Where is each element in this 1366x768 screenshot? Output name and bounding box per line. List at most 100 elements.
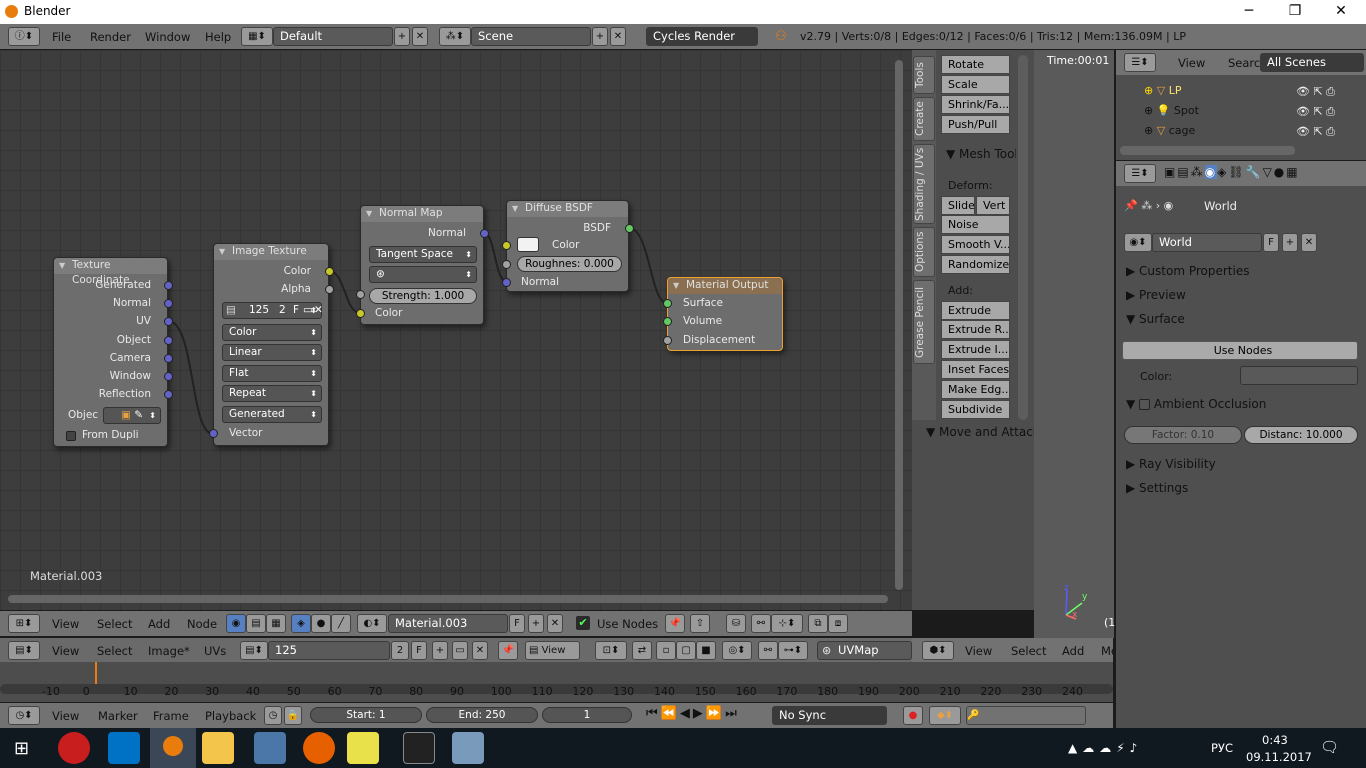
paste-nodes-icon[interactable]: ⧈ (828, 614, 848, 633)
menu-view[interactable]: View (52, 709, 79, 723)
menu-frame[interactable]: Frame (153, 709, 189, 723)
ray-visibility-panel[interactable]: ▶ Ray Visibility (1126, 457, 1216, 471)
unlink-icon[interactable]: ✕ (314, 303, 323, 318)
sync-selection-icon[interactable]: ⇄ (632, 641, 652, 660)
menu-file[interactable]: File (52, 30, 71, 44)
snap-icon[interactable]: ⚯ (758, 641, 778, 660)
compositing-nodes-icon[interactable]: ▤ (246, 614, 266, 633)
socket-generated[interactable] (164, 281, 173, 290)
distance-slider[interactable]: Distanc: 10.000 (1244, 426, 1358, 444)
from-dupli-checkbox[interactable] (66, 431, 76, 441)
space-select[interactable]: Tangent Space (369, 246, 477, 263)
noise-button[interactable]: Noise (941, 215, 1010, 234)
world-remove-icon[interactable]: ✕ (1301, 233, 1317, 252)
menu-render[interactable]: Render (90, 30, 131, 44)
layout-field[interactable]: Default (273, 27, 393, 46)
socket-roughness[interactable] (502, 260, 511, 269)
material-fake-user[interactable]: F (509, 614, 525, 633)
menu-help[interactable]: Help (205, 30, 231, 44)
menu-uvs[interactable]: UVs (204, 644, 226, 658)
image-texture-node[interactable]: Image Texture Color Alpha ▤ 125 2 F ▭ ✕ … (209, 243, 334, 446)
eyedropper-icon[interactable]: ✎ (134, 409, 143, 421)
pin-icon[interactable]: 📌 (665, 614, 685, 633)
projection-select[interactable]: Flat (222, 365, 322, 382)
factor-slider[interactable]: Factor: 0.10 (1124, 426, 1242, 444)
pivot-icon[interactable]: ⊡⬍ (595, 641, 627, 660)
editor-type-info-icon[interactable]: ⓘ⬍ (8, 27, 40, 46)
scene-field[interactable]: Scene (471, 27, 591, 46)
tray-icons[interactable]: ▲☁☁⚡♪ (1068, 741, 1142, 755)
snap-mode-icon[interactable]: ⊹⬍ (771, 614, 803, 633)
input-language[interactable]: РУС (1211, 741, 1233, 755)
scene-icon[interactable]: ⁂⬍ (439, 27, 471, 46)
linestyle-shader-icon[interactable]: ╱ (331, 614, 351, 633)
material-output-node[interactable]: Material Output Surface Volume Displacem… (663, 277, 783, 351)
ao-checkbox[interactable] (1139, 399, 1151, 410)
push-pull-button[interactable]: Push/Pull (941, 115, 1010, 134)
vk-icon[interactable] (254, 732, 286, 764)
subdivide-button[interactable]: Subdivide (941, 400, 1010, 419)
image-fake[interactable]: F (293, 303, 299, 318)
properties-context-tabs[interactable]: ▣▤⁂◉◈⛓🔧▽●▦ (1164, 165, 1300, 179)
edge-select-icon[interactable]: ▢ (676, 641, 696, 660)
image-fake-user[interactable]: F (411, 641, 427, 660)
tab-create[interactable]: Create (913, 97, 935, 141)
3d-viewport[interactable]: Time:00:01 z y x (1 (1034, 50, 1115, 638)
socket-color-in[interactable] (356, 309, 365, 318)
go-parent-icon[interactable]: ⇧ (690, 614, 710, 633)
socket-color[interactable] (325, 267, 334, 276)
socket-volume[interactable] (663, 317, 672, 326)
copy-nodes-icon[interactable]: ⧉ (808, 614, 828, 633)
socket-displacement[interactable] (663, 336, 672, 345)
menu-view[interactable]: View (52, 644, 79, 658)
menu-image[interactable]: Image* (148, 644, 190, 658)
tab-shading-uvs[interactable]: Shading / UVs (913, 144, 935, 224)
use-nodes-checkbox[interactable]: ✔ (576, 616, 590, 630)
menu-playback[interactable]: Playback (205, 709, 256, 723)
maximize-button[interactable]: ❐ (1272, 0, 1318, 24)
toolshelf-scrollbar[interactable] (1018, 55, 1028, 420)
world-name-field[interactable]: World (1152, 233, 1262, 252)
world-shader-icon[interactable]: ● (311, 614, 331, 633)
image-pin-icon[interactable]: 📌 (498, 641, 518, 660)
snap-toggle-icon[interactable]: ⚯ (751, 614, 771, 633)
diffuse-bsdf-node[interactable]: Diffuse BSDF BSDF Color Roughnes: 0.000 … (502, 200, 634, 292)
layout-remove-icon[interactable]: ✕ (412, 27, 428, 46)
smooth-vertex-button[interactable]: Smooth V... (941, 235, 1010, 254)
socket-normal-out[interactable] (480, 229, 489, 238)
ambient-occlusion-panel[interactable]: ▼ Ambient Occlusion (1126, 397, 1266, 411)
sync-mode-select[interactable]: No Sync (772, 706, 887, 725)
rotate-button[interactable]: Rotate (941, 55, 1010, 74)
strength-slider[interactable]: Strength: 1.000 (369, 288, 477, 304)
interpolation-select[interactable]: Linear (222, 344, 322, 361)
playback-controls[interactable]: ⏮⏪◀▶⏩⏭ (646, 706, 740, 721)
preview-panel[interactable]: ▶ Preview (1126, 288, 1186, 302)
socket-window[interactable] (164, 372, 173, 381)
socket-reflection[interactable] (164, 390, 173, 399)
snap-target-icon[interactable]: ⊶⬍ (778, 641, 808, 660)
render-engine-select[interactable]: Cycles Render (646, 27, 758, 46)
image-name-field[interactable]: 125 (268, 641, 390, 660)
material-remove-icon[interactable]: ✕ (547, 614, 563, 633)
end-frame-field[interactable]: End: 250 (426, 707, 538, 723)
menu-add[interactable]: Add (1062, 644, 1084, 658)
image-datablock[interactable]: ▤ 125 2 F ▭ ✕ (222, 302, 323, 319)
vertical-scrollbar[interactable] (895, 60, 903, 590)
visibility-icons[interactable]: 👁 ⇱ ⎙ (1296, 85, 1335, 99)
editor-type-3d-icon[interactable]: ⬢⬍ (922, 641, 954, 660)
menu-node[interactable]: Node (187, 617, 217, 631)
socket-normal-in[interactable] (502, 278, 511, 287)
windows-start-icon[interactable]: ⊞ (14, 738, 29, 759)
visibility-icons[interactable]: 👁 ⇱ ⎙ (1296, 105, 1335, 119)
shrink-fatten-button[interactable]: Shrink/Fa... (941, 95, 1010, 114)
outliner-filter-select[interactable]: All Scenes (1260, 53, 1364, 72)
menu-view[interactable]: View (965, 644, 992, 658)
scene-add-icon[interactable]: + (592, 27, 608, 46)
close-button[interactable]: ✕ (1318, 0, 1364, 24)
tab-options[interactable]: Options (913, 227, 935, 277)
paint-icon[interactable] (452, 732, 484, 764)
start-frame-field[interactable]: Start: 1 (310, 707, 422, 723)
mesh-tools-header[interactable]: ▼ Mesh Tool (946, 147, 1016, 161)
minimize-button[interactable]: ─ (1226, 0, 1272, 24)
outliner-row-cage[interactable]: ⊕ ▽ cage (1144, 124, 1195, 137)
